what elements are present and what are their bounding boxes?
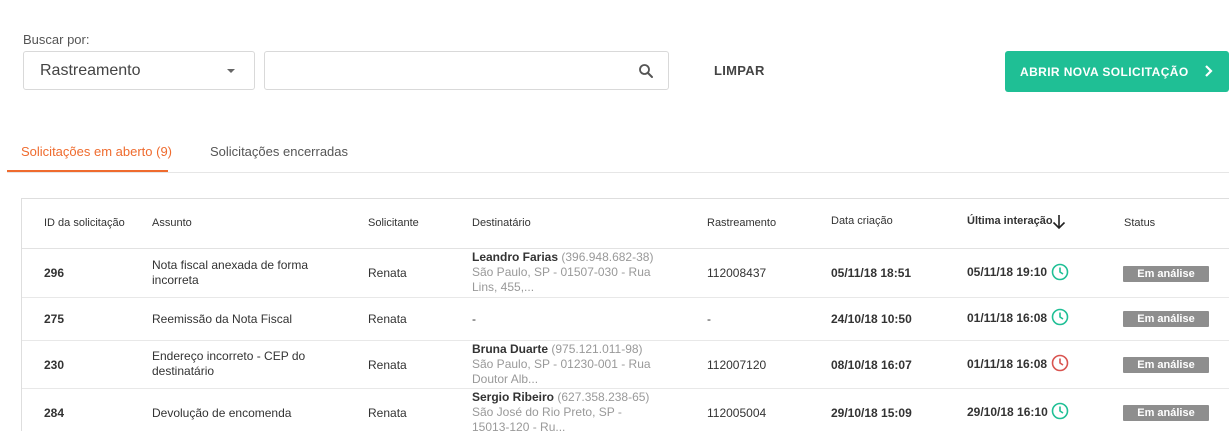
- status-badge: Em análise: [1123, 311, 1209, 327]
- caret-down-icon: [227, 69, 235, 73]
- tracking-number: 112005004: [707, 406, 767, 420]
- arrow-down-icon[interactable]: [1052, 214, 1066, 230]
- requester: Renata: [368, 358, 407, 372]
- search-by-label: Buscar por:: [23, 32, 90, 47]
- last-interaction: 05/11/18 19:10: [967, 265, 1048, 279]
- table-row[interactable]: 296 Nota fiscal anexada de forma incorre…: [22, 249, 1229, 298]
- request-subject: Reemissão da Nota Fiscal: [152, 312, 293, 326]
- search-filter-value: Rastreamento: [40, 61, 141, 79]
- search-input[interactable]: [264, 51, 669, 90]
- requests-table: ID da solicitação Assunto Solicitante De…: [21, 198, 1229, 431]
- recipient: Sergio Ribeiro (627.358.238-65) São José…: [472, 390, 662, 431]
- tab-closed-requests[interactable]: Solicitações encerradas: [210, 144, 348, 159]
- created-date: 05/11/18 18:51: [831, 266, 912, 280]
- recipient-doc: (627.358.238-65): [557, 390, 650, 404]
- recipient-doc: (975.121.011-98): [551, 342, 643, 356]
- request-subject: Nota fiscal anexada de forma incorreta: [152, 258, 309, 287]
- tracking-number: 112008437: [707, 266, 767, 280]
- header-recipient[interactable]: Destinatário: [472, 217, 531, 229]
- clock-icon: [1051, 308, 1069, 326]
- clock-icon: [1051, 402, 1069, 420]
- recipient-name: Sergio Ribeiro: [472, 390, 555, 404]
- requester: Renata: [368, 406, 407, 420]
- clock-icon: [1051, 263, 1069, 281]
- requester: Renata: [368, 266, 407, 280]
- recipient-doc: (396.948.682-38): [561, 250, 654, 264]
- created-date: 24/10/18 10:50: [831, 312, 912, 326]
- requester: Renata: [368, 312, 407, 326]
- chevron-right-icon: [1205, 65, 1213, 77]
- recipient-name: Bruna Duarte: [472, 342, 549, 356]
- created-date: 08/10/18 16:07: [831, 358, 912, 372]
- request-id[interactable]: 275: [44, 312, 64, 326]
- recipient: Bruna Duarte (975.121.011-98) São Paulo,…: [472, 342, 662, 387]
- status-badge: Em análise: [1123, 357, 1209, 373]
- search-filter-select[interactable]: Rastreamento: [23, 51, 255, 90]
- recipient-address: São Paulo, SP - 01230-001 - Rua Doutor A…: [472, 357, 651, 386]
- clock-icon: [1051, 354, 1069, 372]
- header-requester[interactable]: Solicitante: [368, 217, 419, 229]
- open-new-request-button[interactable]: ABRIR NOVA SOLICITAÇÃO: [1005, 51, 1229, 92]
- last-interaction: 29/10/18 16:10: [967, 405, 1048, 419]
- last-interaction: 01/11/18 16:08: [967, 357, 1048, 371]
- recipient-name: Leandro Farias: [472, 250, 559, 264]
- table-row[interactable]: 230 Endereço incorreto - CEP do destinat…: [22, 341, 1229, 389]
- search-icon[interactable]: [638, 63, 654, 79]
- request-subject: Devolução de encomenda: [152, 406, 292, 420]
- recipient-address: São José do Rio Preto, SP - 15013-120 - …: [472, 405, 622, 431]
- header-tracking[interactable]: Rastreamento: [707, 217, 776, 229]
- table-header: ID da solicitação Assunto Solicitante De…: [22, 199, 1229, 249]
- created-date: 29/10/18 15:09: [831, 406, 912, 420]
- recipient-address: São Paulo, SP - 01507-030 - Rua Lins, 45…: [472, 265, 651, 294]
- request-id[interactable]: 230: [44, 358, 64, 372]
- last-interaction: 01/11/18 16:08: [967, 311, 1048, 325]
- tab-open-requests[interactable]: Solicitações em aberto (9): [21, 144, 172, 159]
- status-badge: Em análise: [1123, 266, 1209, 282]
- tracking-number: 112007120: [707, 358, 767, 372]
- header-id[interactable]: ID da solicitação: [44, 217, 125, 229]
- header-last-interaction[interactable]: Última interação: [967, 215, 1053, 227]
- table-row[interactable]: 275 Reemissão da Nota Fiscal Renata - - …: [22, 298, 1229, 341]
- tracking-number: -: [707, 312, 711, 326]
- table-row[interactable]: 284 Devolução de encomenda Renata Sergio…: [22, 389, 1229, 431]
- request-id[interactable]: 284: [44, 406, 64, 420]
- recipient: Leandro Farias (396.948.682-38) São Paul…: [472, 250, 662, 295]
- request-id[interactable]: 296: [44, 266, 64, 280]
- header-created[interactable]: Data criação: [831, 215, 893, 227]
- header-subject[interactable]: Assunto: [152, 217, 192, 229]
- status-badge: Em análise: [1123, 405, 1209, 421]
- header-status[interactable]: Status: [1124, 217, 1155, 229]
- clear-button[interactable]: LIMPAR: [714, 63, 765, 78]
- recipient: -: [472, 312, 476, 326]
- request-tabs: Solicitações em aberto (9) Solicitações …: [7, 139, 1229, 173]
- active-tab-indicator: [7, 170, 168, 172]
- request-subject: Endereço incorreto - CEP do destinatário: [152, 349, 306, 378]
- open-new-request-label: ABRIR NOVA SOLICITAÇÃO: [1020, 64, 1189, 79]
